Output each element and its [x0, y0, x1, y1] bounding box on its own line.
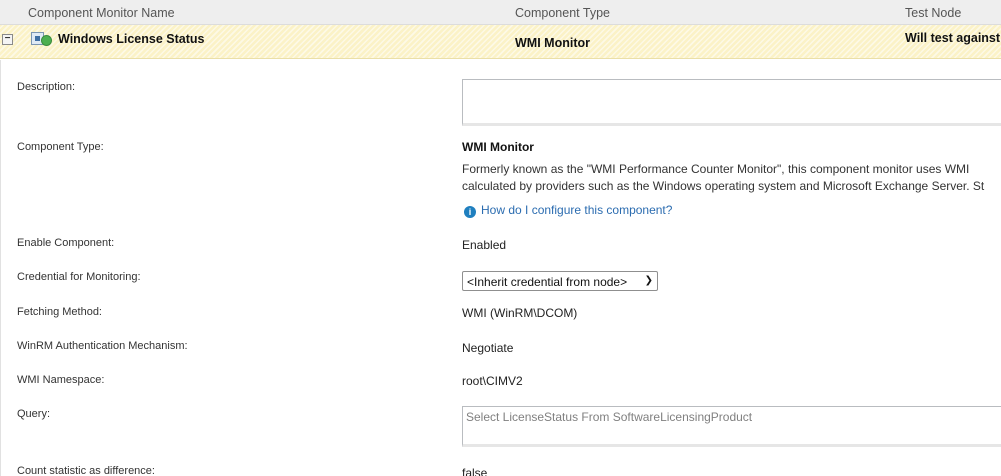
component-type-description: Formerly known as the "WMI Performance C…	[462, 161, 1001, 195]
grid-header: Component Monitor Name Component Type Te…	[0, 0, 1001, 25]
chevron-down-icon: ❯	[644, 275, 653, 286]
credential-label: Credential for Monitoring:	[17, 271, 141, 283]
winrm-auth-value: Negotiate	[462, 341, 514, 355]
count-statistic-value: false	[462, 466, 488, 476]
help-link[interactable]: i How do I configure this component?	[464, 203, 672, 218]
info-icon: i	[464, 206, 476, 218]
enable-component-value: Enabled	[462, 238, 507, 252]
component-type-label: Component Type:	[17, 141, 104, 153]
credential-select[interactable]: <Inherit credential from node> ❯	[462, 271, 658, 291]
component-type: WMI Monitor	[515, 36, 590, 50]
enable-component-label: Enable Component:	[17, 237, 115, 249]
column-header-name[interactable]: Component Monitor Name	[28, 6, 175, 20]
credential-select-value: <Inherit credential from node>	[467, 275, 628, 289]
winrm-auth-label: WinRM Authentication Mechanism:	[17, 340, 188, 352]
component-detail-panel: Description: Component Type: WMI Monitor…	[0, 60, 1001, 476]
component-type-desc-line2: calculated by providers such as the Wind…	[462, 179, 985, 193]
component-name: Windows License Status	[58, 32, 205, 46]
wmi-namespace-label: WMI Namespace:	[17, 374, 105, 386]
column-header-node[interactable]: Test Node	[905, 6, 961, 20]
help-link-text[interactable]: How do I configure this component?	[481, 203, 672, 217]
description-input[interactable]	[462, 79, 1001, 126]
status-up-icon	[41, 35, 52, 46]
component-type-desc-line1: Formerly known as the "WMI Performance C…	[462, 162, 970, 176]
component-row[interactable]: − Windows License Status WMI Monitor Wil…	[0, 25, 1001, 59]
collapse-toggle-icon[interactable]: −	[2, 34, 13, 45]
count-statistic-label: Count statistic as difference:	[17, 465, 155, 476]
fetching-method-label: Fetching Method:	[17, 306, 102, 318]
test-node-text: Will test against	[905, 31, 1001, 45]
component-type-title: WMI Monitor	[462, 140, 534, 154]
query-label: Query:	[17, 408, 51, 420]
fetching-method-value: WMI (WinRM\DCOM)	[462, 306, 578, 320]
description-label: Description:	[17, 81, 76, 93]
column-header-type[interactable]: Component Type	[515, 6, 610, 20]
query-input[interactable]: Select LicenseStatus From SoftwareLicens…	[462, 406, 1001, 447]
wmi-namespace-value: root\CIMV2	[462, 374, 523, 388]
